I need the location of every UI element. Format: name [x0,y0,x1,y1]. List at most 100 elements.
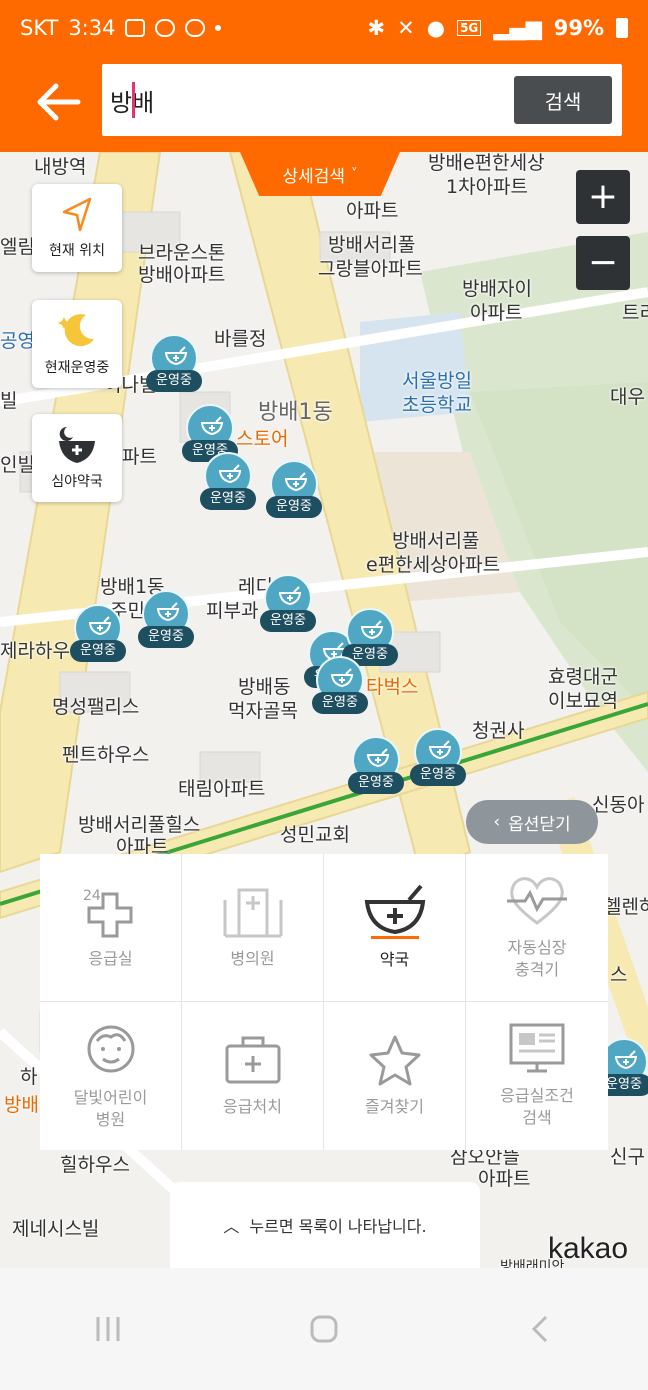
category-er-condition-search[interactable]: 응급실조건 검색 [466,1002,608,1150]
map-label: 내방역 [34,156,87,178]
night-pharmacy-label: 심야약국 [51,474,103,490]
network-label: 5G [457,20,482,36]
map-label: 엘림 [0,236,35,258]
back-button[interactable] [28,74,88,130]
map-label: 먹자골목 [228,700,298,722]
category-aed[interactable]: 자동심장 충격기 [466,854,608,1002]
battery-icon [616,18,628,38]
map-label: 빌 [0,390,18,412]
category-moonlight-children-hospital[interactable]: 달빛어린이 병원 [40,1002,182,1150]
system-back-button[interactable] [510,1299,570,1359]
pharmacy-bowl-icon [284,472,308,492]
pharmacy-marker[interactable]: 운영중 [134,590,198,660]
option-close-button[interactable]: ‹ 옵션닫기 [466,800,598,844]
detail-search-label: 상세검색 [282,166,346,187]
detail-search-tab[interactable]: 상세검색 ˅ [240,152,400,196]
map-label: 제라하우 [0,640,70,662]
signal-icon: ▂▄▆ [493,16,542,40]
child-face-icon [87,1025,134,1073]
list-toggle-bar[interactable]: ︿ 누르면 목록이 나타납니다. [170,1182,480,1268]
map-label: 공영 [0,330,35,352]
map-label: 아파트 [470,302,523,324]
pharmacy-marker[interactable]: 운영중 [66,604,130,674]
category-favorites[interactable]: 즐겨찾기 [324,1002,466,1150]
marker-status: 운영중 [410,764,466,786]
category-label: 응급실 [88,948,133,968]
map-label: 바를정 [214,328,267,350]
marker-status: 운영중 [348,772,404,794]
moon-stars-icon [58,314,94,347]
open-now-button[interactable]: 현재운영중 [32,300,122,388]
category-label: 응급처치 [223,1097,282,1116]
zoom-out-button[interactable]: − [576,236,630,290]
marker-status: 운영중 [260,610,316,632]
current-location-label: 현재 위치 [49,243,105,259]
system-nav-bar [0,1268,648,1390]
search-input[interactable] [110,78,500,122]
map-label: 태림아파트 [178,778,266,800]
map-label: 파트 [122,446,157,468]
location-icon: ● [426,16,446,40]
map-label: 스토어 [236,428,289,450]
search-button[interactable]: 검색 [514,76,612,124]
open-now-label: 현재운영중 [44,360,110,376]
text-cursor [132,82,135,118]
marker-status: 운영중 [146,370,202,392]
map-label: 방배서리풀힐스 [78,814,201,836]
list-hint-label: 누르면 목록이 나타납니다. [249,1217,427,1236]
pharmacy-marker[interactable]: 운영중 [406,728,470,798]
more-notifications-icon [215,25,222,31]
pharmacy-marker[interactable]: 운영중 [142,334,206,404]
chevron-up-icon: ︿ [223,1217,240,1236]
pharmacy-marker[interactable]: 운영중 [196,452,260,522]
category-label: 달빛어린이 병원 [73,1088,148,1129]
pharmacy-marker[interactable]: 운영중 [262,460,326,530]
category-pharmacy[interactable]: 약국 [324,854,466,1002]
map-label: 펜트하우스 [62,744,150,766]
category-label: 병의원 [230,948,275,968]
recent-apps-icon [96,1317,120,1341]
map-label: 그랑블아파트 [318,258,423,280]
pharmacy-bowl-icon [200,416,224,436]
option-close-label: 옵션닫기 [508,814,571,835]
map-label: 스 [610,964,628,986]
map-label: 이보묘역 [548,690,618,712]
pharmacy-bowl-icon [428,740,452,760]
pharmacy-bowl-icon [156,602,180,622]
map-label: 방배 [4,1094,39,1116]
map-label: 신동아 [592,794,645,816]
marker-status: 운영중 [200,488,256,510]
marker-status: 운영중 [70,640,126,662]
location-arrow-icon [62,197,92,232]
recent-apps-button[interactable] [78,1299,138,1359]
search-header: 검색 [0,56,648,152]
current-location-button[interactable]: 현재 위치 [32,184,122,272]
night-pharmacy-button[interactable]: 심야약국 [32,414,122,502]
gallery-notification-icon [125,19,146,37]
arrow-left-icon [37,83,81,121]
category-emergency-room[interactable]: 24 응급실 [40,854,182,1002]
map-label: 피부과 [206,600,259,622]
category-first-aid[interactable]: 응급처치 [182,1002,324,1150]
pharmacy-bowl-icon [614,1050,638,1070]
pharmacy-marker[interactable]: 운영중 [308,656,372,726]
pharmacy-bowl-icon [278,586,302,606]
status-bar: SKT 3:34 ✱ ✕ ● 5G ▂▄▆ 99% [0,0,648,56]
map-label: 신구 [610,1146,645,1168]
message-notification-icon [185,19,206,37]
map-label: 방배e편한세상 [428,152,545,174]
home-icon [310,1315,338,1343]
home-button[interactable] [294,1299,354,1359]
heart-pulse-icon [507,876,567,925]
monitor-search-icon [509,1023,565,1073]
zoom-in-button[interactable]: + [576,170,630,224]
map-label: 방배자이 [462,278,532,300]
category-label: 즐겨찾기 [365,1097,424,1116]
hospital-icon [223,888,282,937]
category-label: 자동심장 충격기 [507,937,567,979]
map-view[interactable]: 방배e편한세상 1차아파트 아파트 브라운스톤 방배아파트 방배서리풀 그랑블아… [0,152,648,1268]
pharmacy-marker[interactable]: 운영중 [344,736,408,806]
category-hospital[interactable]: 병의원 [182,854,324,1002]
map-label: 1차아파트 [446,176,529,198]
pharmacy-bowl-icon [330,668,354,688]
